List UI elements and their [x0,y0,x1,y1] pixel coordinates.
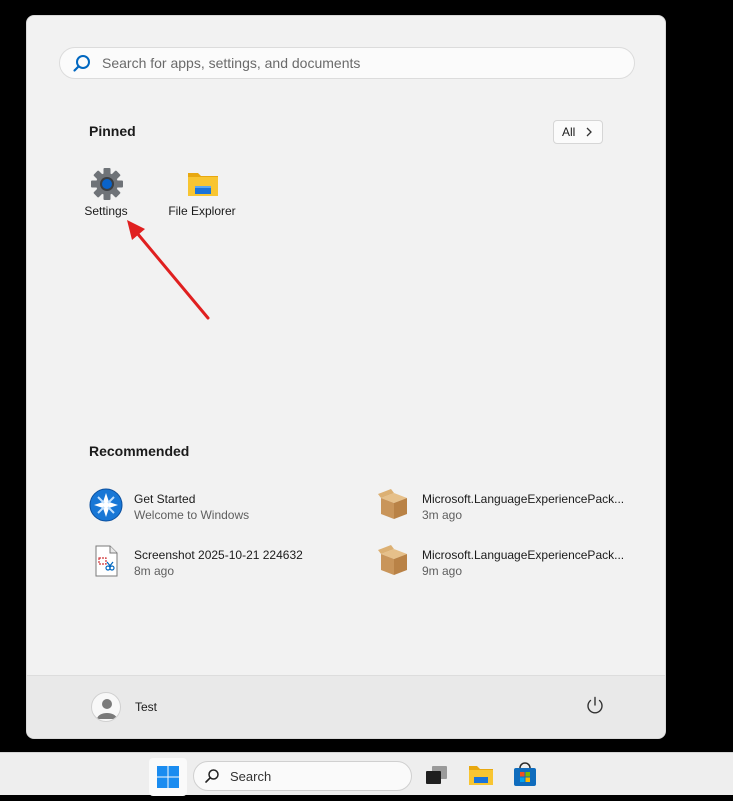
get-started-icon [89,488,123,522]
rec-title: Microsoft.LanguageExperiencePack... [422,492,625,506]
taskbar-store[interactable] [511,761,539,789]
start-footer: Test [27,675,665,738]
rec-subtitle: 8m ago [134,564,175,578]
rec-title: Screenshot 2025-10-21 224632 [134,548,303,562]
package-icon [378,545,407,575]
chevron-right-icon [586,127,592,137]
taskbar-search-label: Search [230,769,272,784]
app-label-settings: Settings [84,204,128,218]
search-icon [205,769,219,783]
power-icon[interactable] [583,694,607,718]
rec-item-language-pack-1[interactable]: Microsoft.LanguageExperiencePack... 3m a… [377,486,637,526]
rec-item-language-pack-2[interactable]: Microsoft.LanguageExperiencePack... 9m a… [377,542,637,582]
task-view-button[interactable] [423,761,451,789]
rec-subtitle: 9m ago [422,564,463,578]
folder-icon [188,173,218,196]
rec-title: Get Started [134,492,196,506]
windows-logo-icon [157,766,179,788]
store-icon [514,762,536,786]
taskbar: Search [0,752,733,796]
pinned-app-settings[interactable]: Settings [61,167,151,237]
all-apps-button[interactable]: All [553,120,603,144]
recommended-title: Recommended [89,443,190,459]
user-icon [97,699,117,719]
pinned-app-file-explorer[interactable]: File Explorer [157,167,247,237]
pinned-title: Pinned [89,123,136,139]
package-icon [378,489,407,519]
task-view-icon [426,766,447,784]
rec-subtitle: Welcome to Windows [134,508,250,522]
search-icon [73,55,90,72]
start-menu: Pinned All [26,15,666,739]
user-account-button[interactable]: Test [91,690,211,726]
taskbar-search[interactable]: Search [193,761,412,791]
app-label-file-explorer: File Explorer [168,204,236,218]
all-apps-label: All [562,125,576,139]
user-name: Test [135,700,158,714]
gear-icon [91,168,123,200]
avatar [91,692,121,722]
rec-subtitle: 3m ago [422,508,463,522]
folder-icon [469,766,493,785]
start-button[interactable] [149,758,187,796]
rec-item-screenshot[interactable]: Screenshot 2025-10-21 224632 8m ago [89,542,349,582]
search-input[interactable] [102,48,622,78]
search-box[interactable] [59,47,635,79]
taskbar-file-explorer[interactable] [467,761,495,789]
rec-item-get-started[interactable]: Get Started Welcome to Windows [89,486,349,526]
rec-title: Microsoft.LanguageExperiencePack... [422,548,625,562]
image-file-icon [95,545,118,577]
